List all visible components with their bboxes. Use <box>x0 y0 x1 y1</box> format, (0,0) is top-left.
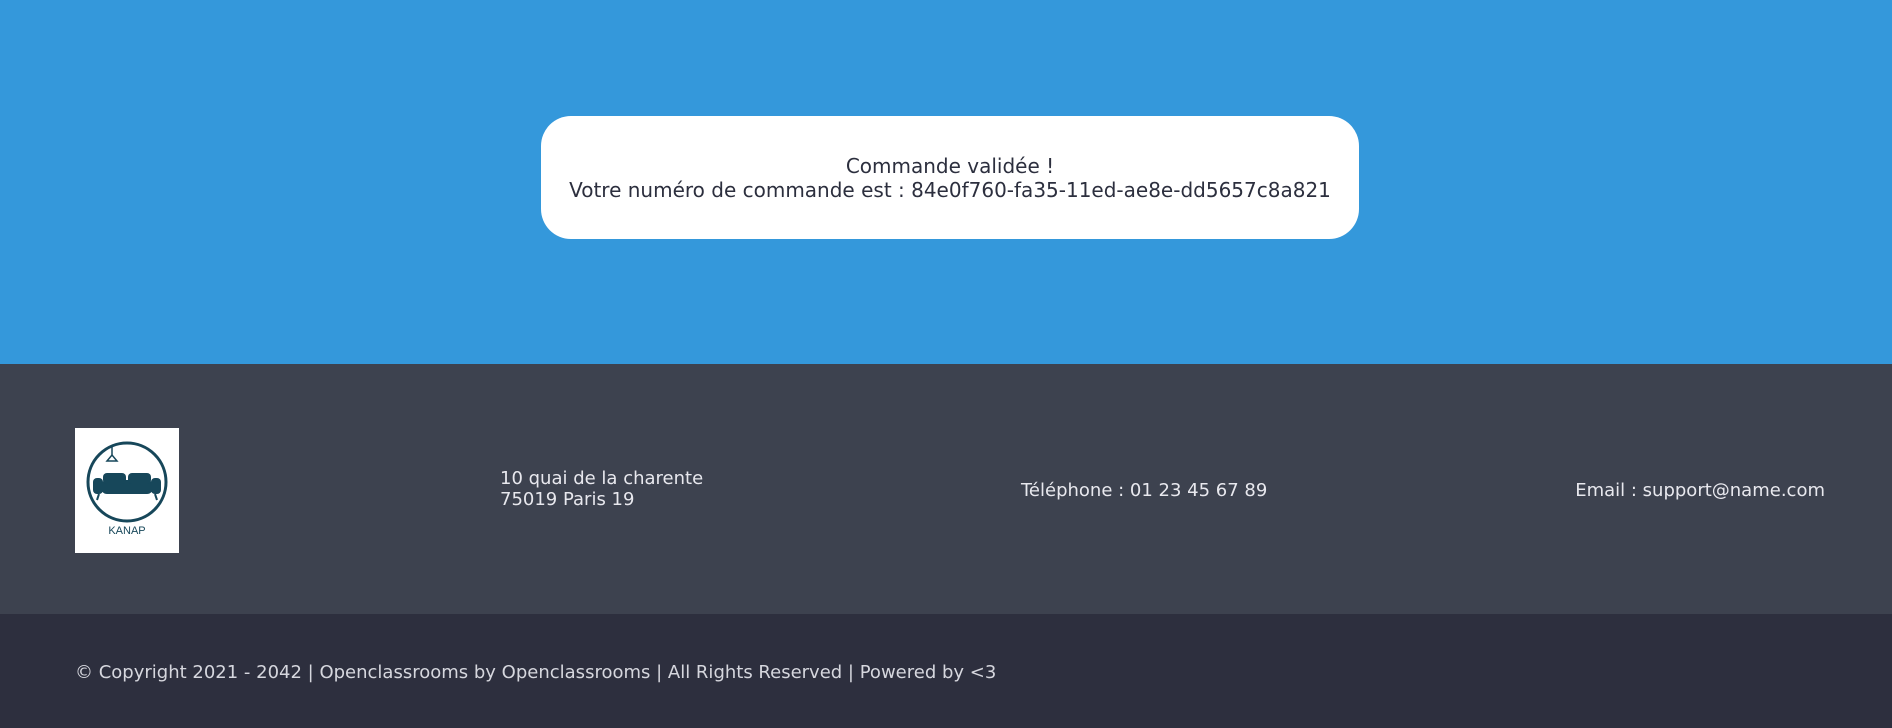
order-number-message: Votre numéro de commande est : 84e0f760-… <box>569 177 1331 202</box>
footer-copyright-bar: © Copyright 2021 - 2042 | Openclassrooms… <box>0 614 1892 728</box>
copyright-text: © Copyright 2021 - 2042 | Openclassrooms… <box>75 662 997 683</box>
sofa-lamp-logo-icon: KANAP <box>86 441 168 537</box>
footer-contact: KANAP 10 quai de la charente 75019 Paris… <box>0 364 1892 614</box>
page: Commande validée ! Votre numéro de comma… <box>0 0 1892 728</box>
confirmation-title: Commande validée ! <box>845 153 1055 178</box>
footer-phone: Téléphone : 01 23 45 67 89 <box>1021 480 1268 501</box>
logo-text: KANAP <box>108 525 145 537</box>
footer-address: 10 quai de la charente 75019 Paris 19 <box>500 468 703 510</box>
order-confirmation-card: Commande validée ! Votre numéro de comma… <box>541 116 1359 239</box>
confirmation-section: Commande validée ! Votre numéro de comma… <box>0 0 1892 364</box>
footer-email[interactable]: Email : support@name.com <box>1575 480 1825 501</box>
address-line-1: 10 quai de la charente <box>500 468 704 489</box>
kanap-logo[interactable]: KANAP <box>75 428 179 553</box>
address-line-2: 75019 Paris 19 <box>500 489 635 510</box>
